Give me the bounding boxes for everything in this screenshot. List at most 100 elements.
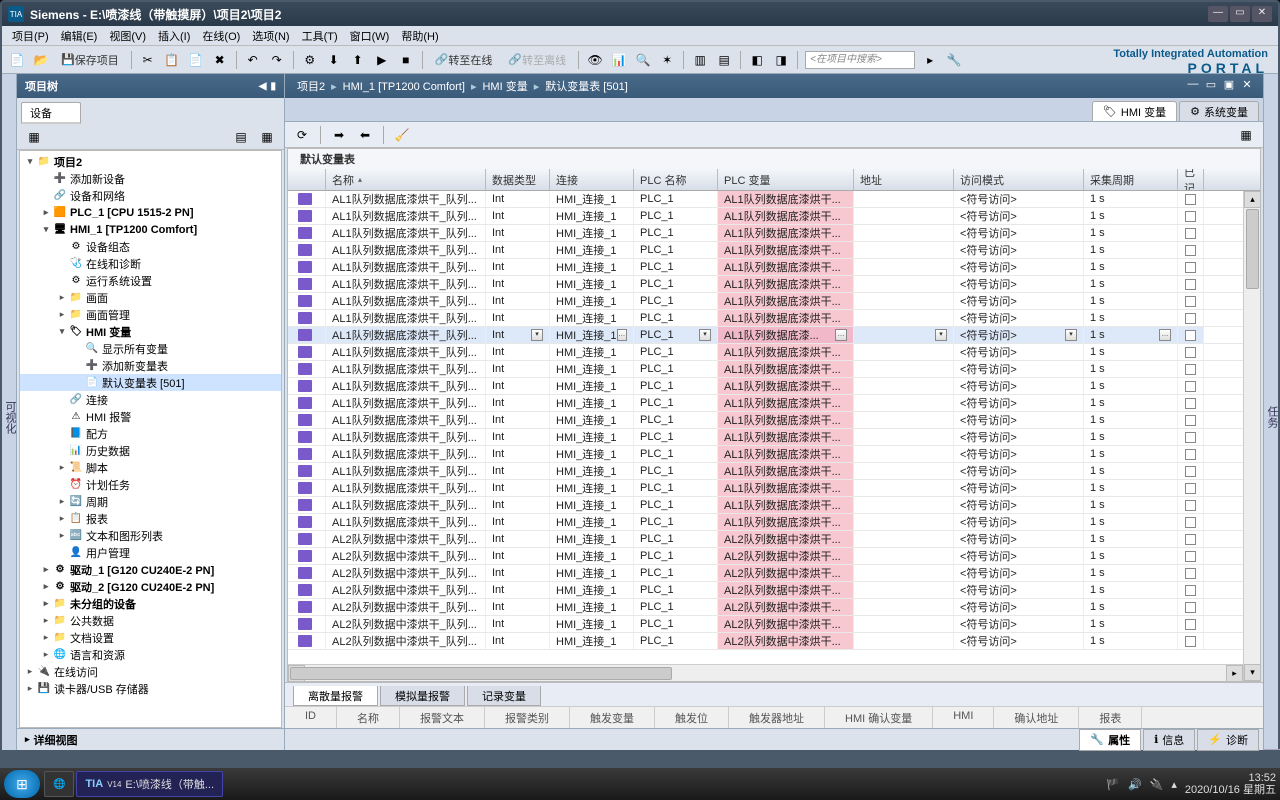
doc-tab[interactable]: ⚙系统变量: [1179, 101, 1259, 121]
editor-min-icon[interactable]: —: [1185, 78, 1201, 94]
table-row[interactable]: AL1队列数据底漆烘干_队列...IntHMI_连接_1PLC_1AL1队列数据…: [288, 378, 1243, 395]
scroll-right-icon[interactable]: ▸: [1226, 665, 1243, 681]
cross-ref-icon[interactable]: ✶: [656, 49, 678, 71]
bottom-col-header[interactable]: 名称: [337, 707, 400, 728]
new-project-icon[interactable]: 📄: [6, 49, 28, 71]
menu-item[interactable]: 窗口(W): [344, 26, 396, 46]
split2-icon[interactable]: ▤: [713, 49, 735, 71]
start-button[interactable]: ⊞: [4, 770, 40, 798]
tree-node[interactable]: ▸🔄周期: [20, 493, 281, 510]
breadcrumb-seg[interactable]: 默认变量表 [501]: [541, 81, 632, 93]
tree-node[interactable]: ⏰计划任务: [20, 476, 281, 493]
compile-icon[interactable]: ⚙: [299, 49, 321, 71]
table-row[interactable]: AL2队列数据中漆烘干_队列...IntHMI_连接_1PLC_1AL2队列数据…: [288, 531, 1243, 548]
table-row[interactable]: AL1队列数据底漆烘干_队列...IntHMI_连接_1PLC_1AL1队列数据…: [288, 276, 1243, 293]
tree-node[interactable]: ▸🔤文本和图形列表: [20, 527, 281, 544]
inspector-tab[interactable]: ⚡诊断: [1197, 729, 1259, 751]
tree-node[interactable]: ⚙设备组态: [20, 238, 281, 255]
table-row[interactable]: AL1队列数据底漆烘干_队列...IntHMI_连接_1PLC_1AL1队列数据…: [288, 463, 1243, 480]
column-header[interactable]: 访问模式: [954, 169, 1084, 190]
left-sidebar-strip[interactable]: 可视化: [2, 74, 17, 750]
redo-icon[interactable]: ↷: [266, 49, 288, 71]
bottom-col-header[interactable]: HMI: [933, 707, 994, 728]
tree-node[interactable]: 🔗设备和网络: [20, 187, 281, 204]
table-row[interactable]: AL2队列数据中漆烘干_队列...IntHMI_连接_1PLC_1AL2队列数据…: [288, 582, 1243, 599]
tray-up-icon[interactable]: ▴: [1171, 778, 1177, 791]
download-icon[interactable]: ⬇: [323, 49, 345, 71]
table-row[interactable]: AL1队列数据底漆烘干_队列...IntHMI_连接_1PLC_1AL1队列数据…: [288, 361, 1243, 378]
table-row[interactable]: AL2队列数据中漆烘干_队列...IntHMI_连接_1PLC_1AL2队列数据…: [288, 633, 1243, 650]
table-row[interactable]: AL2队列数据中漆烘干_队列...IntHMI_连接_1PLC_1AL2队列数据…: [288, 616, 1243, 633]
tree-node[interactable]: 🔍显示所有变量: [20, 340, 281, 357]
tree-node[interactable]: ▾🏷HMI 变量: [20, 323, 281, 340]
table-row[interactable]: AL1队列数据底漆烘干_队列...IntHMI_连接_1PLC_1AL1队列数据…: [288, 395, 1243, 412]
editor-max-icon[interactable]: ▣: [1221, 78, 1237, 94]
maximize-button[interactable]: ▭: [1230, 6, 1250, 22]
tree-node[interactable]: ▸🌐语言和资源: [20, 646, 281, 663]
table-row[interactable]: AL1队列数据底漆烘干_队列...IntHMI_连接_1PLC_1AL1队列数据…: [288, 259, 1243, 276]
upload-icon[interactable]: ⬆: [347, 49, 369, 71]
breadcrumb-seg[interactable]: HMI 变量: [478, 81, 531, 93]
column-header[interactable]: 名称▴: [326, 169, 486, 190]
tree-view1-icon[interactable]: ▤: [230, 126, 252, 148]
taskbar-tia[interactable]: TIAV14E:\喷漆线（带触...: [76, 771, 223, 797]
project-tree[interactable]: ▾📁项目2➕添加新设备🔗设备和网络▸🟧PLC_1 [CPU 1515-2 PN]…: [19, 150, 282, 728]
taskbar-explorer[interactable]: 🌐: [44, 771, 74, 797]
tree-node[interactable]: ▸📁画面管理: [20, 306, 281, 323]
tree-node[interactable]: ▾🖥HMI_1 [TP1200 Comfort]: [20, 221, 281, 238]
menu-item[interactable]: 插入(I): [152, 26, 196, 46]
breadcrumb-seg[interactable]: 项目2: [293, 81, 329, 93]
menu-item[interactable]: 项目(P): [6, 26, 55, 46]
tree-node[interactable]: ▸⚙驱动_1 [G120 CU240E-2 PN]: [20, 561, 281, 578]
editor-close-icon[interactable]: ✕: [1239, 78, 1255, 94]
tool3-icon[interactable]: 🔍: [632, 49, 654, 71]
editor-float-icon[interactable]: ▭: [1203, 78, 1219, 94]
cut-icon[interactable]: ✂: [137, 49, 159, 71]
table-row[interactable]: AL1队列数据底漆烘干_队列...IntHMI_连接_1PLC_1AL1队列数据…: [288, 191, 1243, 208]
bottom-tab[interactable]: 离散量报警: [293, 686, 378, 706]
tree-node[interactable]: ▸📁文档设置: [20, 629, 281, 646]
clear-icon[interactable]: 🧹: [391, 124, 413, 146]
column-header[interactable]: [288, 169, 326, 190]
tool1-icon[interactable]: 👁: [584, 49, 606, 71]
bottom-col-header[interactable]: 报表: [1079, 707, 1142, 728]
v-scrollbar[interactable]: ▴ ▾: [1243, 191, 1260, 681]
tree-node[interactable]: ▸📁画面: [20, 289, 281, 306]
tray-flag-icon[interactable]: 🏴: [1106, 778, 1120, 791]
open-project-icon[interactable]: 📂: [30, 49, 52, 71]
toggle1-icon[interactable]: ◧: [746, 49, 768, 71]
column-header[interactable]: 采集周期: [1084, 169, 1178, 190]
inspector-tab[interactable]: ℹ信息: [1143, 729, 1195, 751]
undo-icon[interactable]: ↶: [242, 49, 264, 71]
right-sidebar-strip[interactable]: 任务库: [1263, 74, 1278, 750]
menu-item[interactable]: 在线(O): [196, 26, 246, 46]
table-row[interactable]: AL1队列数据底漆烘干_队列...IntHMI_连接_1PLC_1AL1队列数据…: [288, 429, 1243, 446]
column-header[interactable]: 地址: [854, 169, 954, 190]
table-row[interactable]: AL1队列数据底漆烘干_队列...IntHMI_连接_1PLC_1AL1队列数据…: [288, 225, 1243, 242]
menu-item[interactable]: 工具(T): [296, 26, 344, 46]
search-opt-icon[interactable]: 🔧: [943, 49, 965, 71]
refresh-icon[interactable]: ⟳: [291, 124, 313, 146]
tree-node[interactable]: 📊历史数据: [20, 442, 281, 459]
close-button[interactable]: ✕: [1252, 6, 1272, 22]
delete-icon[interactable]: ✖: [209, 49, 231, 71]
tree-node[interactable]: ➕添加新设备: [20, 170, 281, 187]
tree-pin-icon[interactable]: ▮: [270, 81, 276, 92]
column-header[interactable]: PLC 变量: [718, 169, 854, 190]
tree-node[interactable]: ▸🔌在线访问: [20, 663, 281, 680]
table-body[interactable]: AL1队列数据底漆烘干_队列...IntHMI_连接_1PLC_1AL1队列数据…: [288, 191, 1243, 664]
detail-view-header[interactable]: ▸详细视图: [17, 728, 284, 750]
table-row[interactable]: AL1队列数据底漆烘干_队列...IntHMI_连接_1PLC_1AL1队列数据…: [288, 497, 1243, 514]
bottom-col-header[interactable]: 触发位: [655, 707, 729, 728]
table-row[interactable]: AL1队列数据底漆烘干_队列...IntHMI_连接_1PLC_1AL1队列数据…: [288, 446, 1243, 463]
tree-node[interactable]: ▸⚙驱动_2 [G120 CU240E-2 PN]: [20, 578, 281, 595]
stop-icon[interactable]: ■: [395, 49, 417, 71]
tree-node[interactable]: ▸📜脚本: [20, 459, 281, 476]
table-row[interactable]: AL1队列数据底漆烘干_队列...IntHMI_连接_1PLC_1AL1队列数据…: [288, 242, 1243, 259]
tree-view2-icon[interactable]: ▦: [256, 126, 278, 148]
table-row[interactable]: AL1队列数据底漆烘干_队列...IntHMI_连接_1PLC_1AL1队列数据…: [288, 514, 1243, 531]
tray-network-icon[interactable]: 🔊: [1128, 778, 1142, 791]
bottom-col-header[interactable]: HMI 确认变量: [825, 707, 933, 728]
tree-node[interactable]: ▸🟧PLC_1 [CPU 1515-2 PN]: [20, 204, 281, 221]
table-row[interactable]: AL1队列数据底漆烘干_队列...IntHMI_连接_1PLC_1AL1队列数据…: [288, 412, 1243, 429]
